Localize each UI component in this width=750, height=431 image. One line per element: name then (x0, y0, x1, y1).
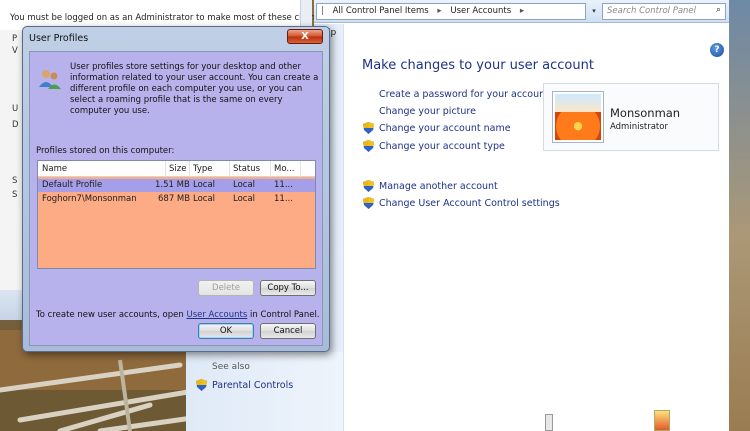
see-also-heading: See also (212, 362, 250, 372)
account-card: Monsonman Administrator (543, 83, 719, 151)
uac-shield-icon (196, 379, 207, 391)
uac-shield-icon (363, 197, 374, 209)
search-icon[interactable]: ⌕ (716, 5, 721, 15)
uac-shield-icon (363, 180, 374, 192)
search-placeholder: Search Control Panel (607, 6, 697, 16)
table-row[interactable]: Foghorn7\Monsonman 687 MB Local Local 11… (38, 193, 315, 206)
side-letter: V (12, 46, 18, 56)
address-dropdown-icon[interactable]: ▾ (588, 3, 600, 20)
desktop-gadget (545, 414, 553, 431)
create-prefix: To create new user accounts, open (36, 310, 184, 320)
side-letter: P (12, 34, 18, 44)
close-button[interactable]: X (287, 29, 323, 44)
profiles-list[interactable]: Name Size Type Status Mo... Default Prof… (37, 160, 316, 269)
column-divider (165, 161, 166, 177)
create-suffix: in Control Panel. (250, 310, 320, 320)
ok-button[interactable]: OK (198, 323, 254, 339)
parental-controls-link[interactable]: Parental Controls (212, 380, 293, 391)
column-divider (229, 161, 230, 177)
delete-button[interactable]: Delete (198, 280, 254, 296)
profile-modified: 11... (274, 180, 293, 190)
profile-size: 687 MB (158, 194, 191, 204)
column-divider (300, 161, 301, 177)
dialog-description: User profiles store settings for your de… (70, 62, 319, 116)
uac-shield-icon (363, 122, 374, 134)
left-navigation-pane (186, 352, 344, 431)
side-letter: S (12, 176, 18, 186)
change-picture-link[interactable]: Change your picture (379, 106, 476, 117)
users-icon (39, 70, 61, 89)
side-letter: U (12, 104, 19, 114)
pane-divider (343, 24, 344, 431)
breadcrumb-separator: ▸ (519, 6, 525, 16)
breadcrumb[interactable]: | All Control Panel Items ▸ User Account… (316, 3, 586, 20)
profile-status: Local (233, 194, 256, 204)
desktop-edge (728, 0, 750, 431)
profile-name: Default Profile (42, 180, 103, 190)
page-title: Make changes to your user account (362, 58, 594, 73)
profile-status: Local (233, 180, 256, 190)
account-name: Monsonman (610, 106, 681, 120)
breadcrumb-item[interactable]: User Accounts (450, 6, 511, 16)
profile-type: Local (193, 180, 216, 190)
column-header-modified[interactable]: Mo... (274, 164, 295, 174)
dialog-title: User Profiles (29, 33, 89, 44)
breadcrumb-separator: | (321, 6, 324, 16)
profile-modified: 11... (274, 194, 293, 204)
profile-type: Local (193, 194, 216, 204)
profiles-label: Profiles stored on this computer: (36, 146, 175, 156)
copy-to-button[interactable]: Copy To... (260, 280, 316, 296)
avatar (553, 92, 603, 142)
profile-size: 1.51 MB (155, 180, 190, 190)
cancel-button[interactable]: Cancel (260, 323, 316, 339)
breadcrumb-separator: ▸ (437, 6, 442, 16)
account-role: Administrator (610, 122, 668, 132)
create-password-link[interactable]: Create a password for your account (379, 89, 549, 100)
profile-name: Foghorn7\Monsonman (42, 194, 137, 204)
list-header: Name Size Type Status Mo... (38, 161, 315, 177)
change-account-name-link[interactable]: Change your account name (379, 123, 511, 134)
side-letter: D (12, 120, 19, 130)
table-row[interactable]: Default Profile 1.51 MB Local Local 11..… (38, 179, 315, 192)
change-account-type-link[interactable]: Change your account type (379, 141, 505, 152)
address-bar: | All Control Panel Items ▸ User Account… (314, 0, 729, 23)
column-header-status[interactable]: Status (233, 164, 260, 174)
control-panel-window: | All Control Panel Items ▸ User Account… (314, 0, 729, 431)
dialog-body: User profiles store settings for your de… (29, 51, 323, 346)
search-input[interactable]: Search Control Panel ⌕ (602, 3, 726, 20)
user-accounts-link[interactable]: User Accounts (186, 310, 247, 320)
user-profiles-dialog: User Profiles X User profiles store sett… (22, 26, 330, 352)
help-icon[interactable]: ? (710, 43, 724, 57)
column-divider (270, 161, 271, 177)
admin-notice: You must be logged on as an Administrato… (10, 13, 333, 23)
create-accounts-text: To create new user accounts, open User A… (36, 310, 320, 320)
column-divider (189, 161, 190, 177)
manage-another-account-link[interactable]: Manage another account (379, 181, 498, 192)
background-side-panel: P V U D S S (0, 30, 22, 290)
breadcrumb-item[interactable]: All Control Panel Items (333, 6, 429, 16)
side-letter: S (12, 190, 18, 200)
uac-shield-icon (363, 140, 374, 152)
column-header-type[interactable]: Type (193, 164, 213, 174)
desktop-shortcut-icon[interactable] (654, 410, 670, 431)
column-header-size[interactable]: Size (169, 164, 186, 174)
column-header-name[interactable]: Name (42, 164, 67, 174)
uac-settings-link[interactable]: Change User Account Control settings (379, 198, 560, 209)
